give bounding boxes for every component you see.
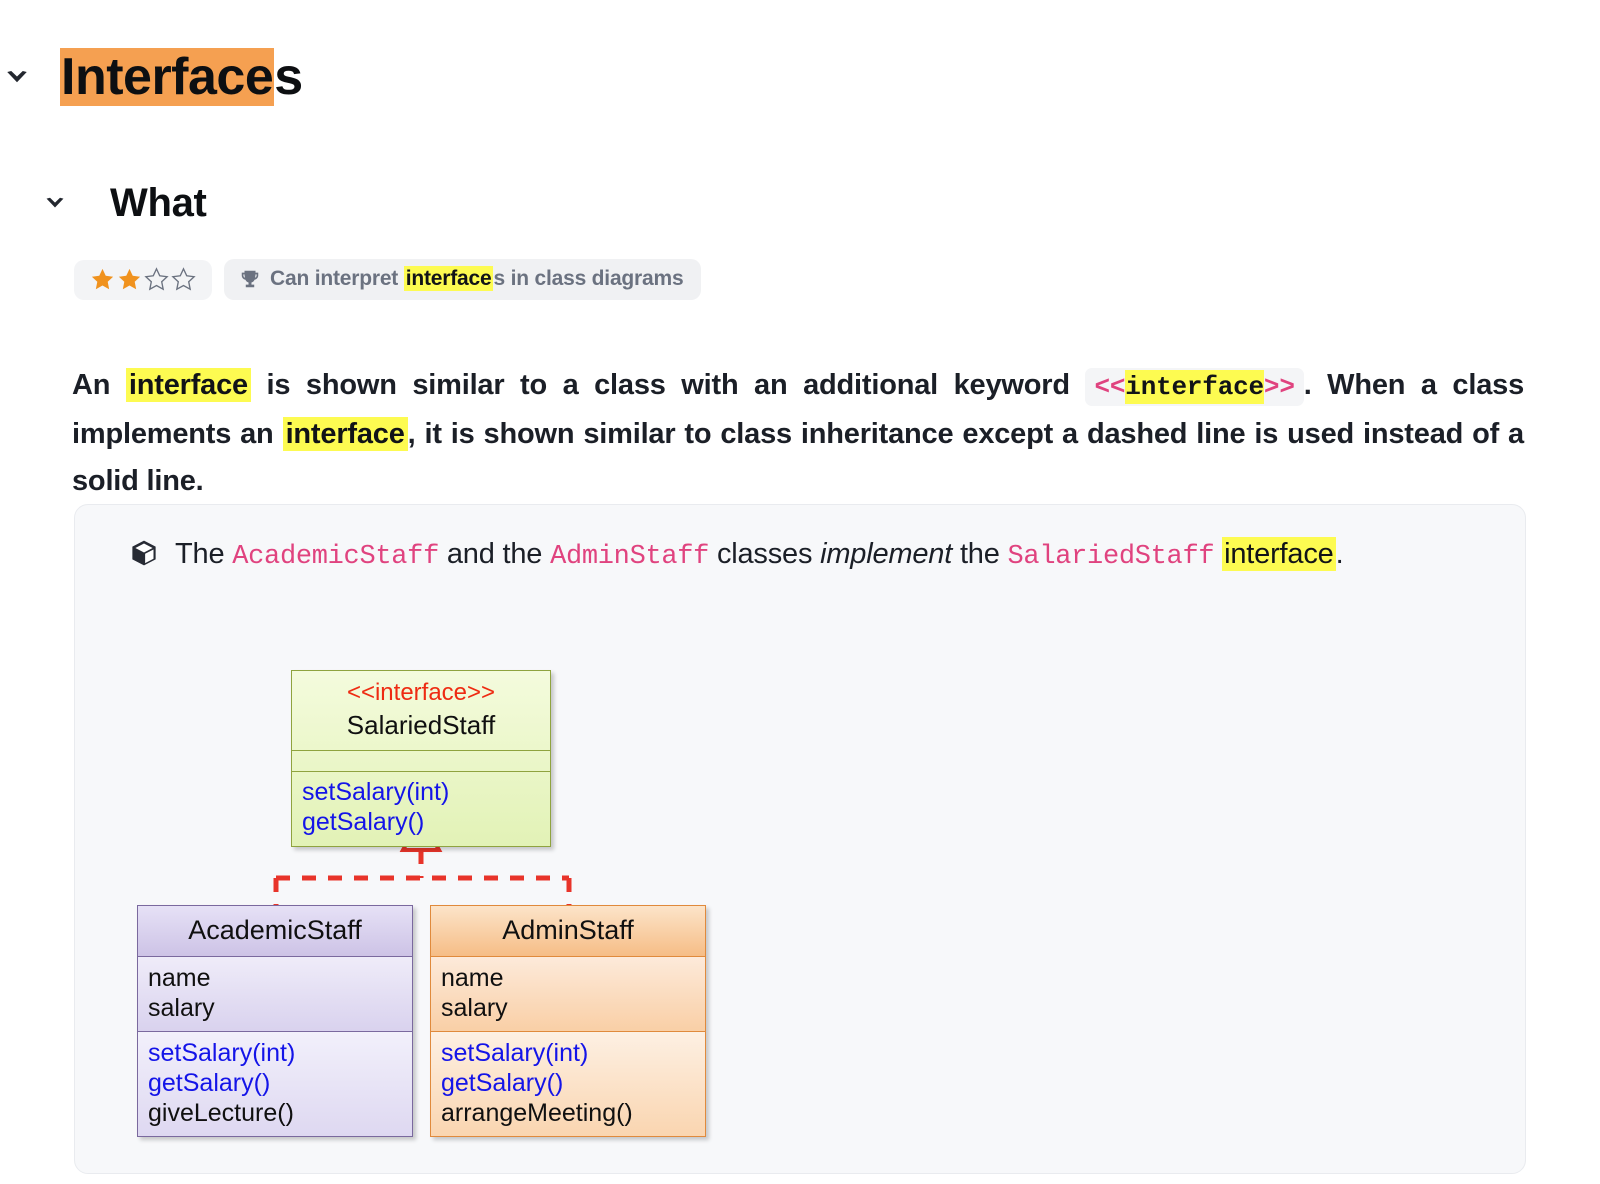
uml-method: setSalary(int) (441, 1039, 589, 1067)
uml-method: getSalary() (302, 808, 425, 836)
subsection-title: What (110, 181, 207, 226)
page-title-rest: s (274, 47, 303, 106)
example-callout: The AcademicStaff and the AdminStaff cla… (74, 504, 1526, 1174)
uml-title-compartment: AdminStaff (431, 906, 705, 957)
subsection-heading-what: What (38, 148, 207, 258)
para-highlight-2: interface (282, 417, 408, 451)
chevron-down-icon-h2[interactable] (38, 186, 72, 220)
trophy-icon (241, 270, 259, 288)
uml-attribute-compartment: name salary (431, 957, 705, 1032)
uml-class-salariedstaff[interactable]: <<interface>> SalariedStaff setSalary(in… (291, 670, 551, 847)
para-text-2: is shown similar to a class with an addi… (250, 369, 1086, 401)
uml-class-adminstaff[interactable]: AdminStaff name salary setSalary(int) ge… (430, 905, 706, 1137)
body-paragraph: An interface is shown similar to a class… (72, 362, 1524, 505)
uml-method: setSalary(int) (302, 778, 450, 806)
section-heading-interfaces: Interfaces (0, 14, 303, 140)
uml-method-compartment: setSalary(int) getSalary() arrangeMeetin… (431, 1032, 705, 1136)
uml-method-compartment: setSalary(int) getSalary() giveLecture() (138, 1032, 412, 1136)
page-title-highlight: Interface (60, 47, 275, 106)
uml-method: getSalary() (441, 1069, 564, 1097)
uml-stereotype: <<interface>> (346, 679, 496, 706)
uml-method: getSalary() (148, 1069, 271, 1097)
page-title: Interfaces (60, 47, 303, 106)
uml-class-academicstaff[interactable]: AcademicStaff name salary setSalary(int)… (137, 905, 413, 1137)
uml-method: giveLecture() (148, 1099, 294, 1127)
outcome-text: Can interpret interfaces in class diagra… (270, 266, 684, 291)
page-root: Interfaces What Can interpret interfaces… (0, 0, 1600, 1184)
star-filled-icon-1 (91, 268, 114, 289)
outcome-highlight: interface (403, 266, 494, 291)
uml-attribute: name (148, 964, 211, 992)
uml-method: arrangeMeeting() (441, 1099, 633, 1127)
uml-method-compartment: setSalary(int) getSalary() (292, 772, 550, 846)
uml-attribute: salary (148, 994, 215, 1022)
uml-title-compartment: <<interface>> SalariedStaff (292, 671, 550, 750)
para-highlight-1: interface (125, 368, 251, 402)
difficulty-rating (74, 259, 212, 300)
learning-outcome-badge: Can interpret interfaces in class diagra… (224, 259, 702, 300)
uml-title-compartment: AcademicStaff (138, 906, 412, 957)
uml-attribute: name (441, 964, 504, 992)
uml-attribute-compartment-empty (292, 750, 550, 772)
learning-outcome-row: Can interpret interfaces in class diagra… (74, 259, 702, 300)
chevron-down-icon-h1[interactable] (0, 60, 34, 94)
uml-class-name: SalariedStaff (346, 710, 496, 740)
para-text-1: An (72, 369, 126, 401)
star-filled-icon-2 (118, 268, 141, 289)
star-outline-icon-1 (144, 266, 169, 290)
inline-code-interface-keyword: <<interface>> (1085, 368, 1304, 406)
uml-method: setSalary(int) (148, 1039, 296, 1067)
uml-attribute-compartment: name salary (138, 957, 412, 1032)
uml-class-diagram: <<interface>> SalariedStaff setSalary(in… (75, 505, 1525, 1173)
uml-attribute: salary (441, 994, 508, 1022)
star-outline-icon-2 (171, 266, 196, 290)
